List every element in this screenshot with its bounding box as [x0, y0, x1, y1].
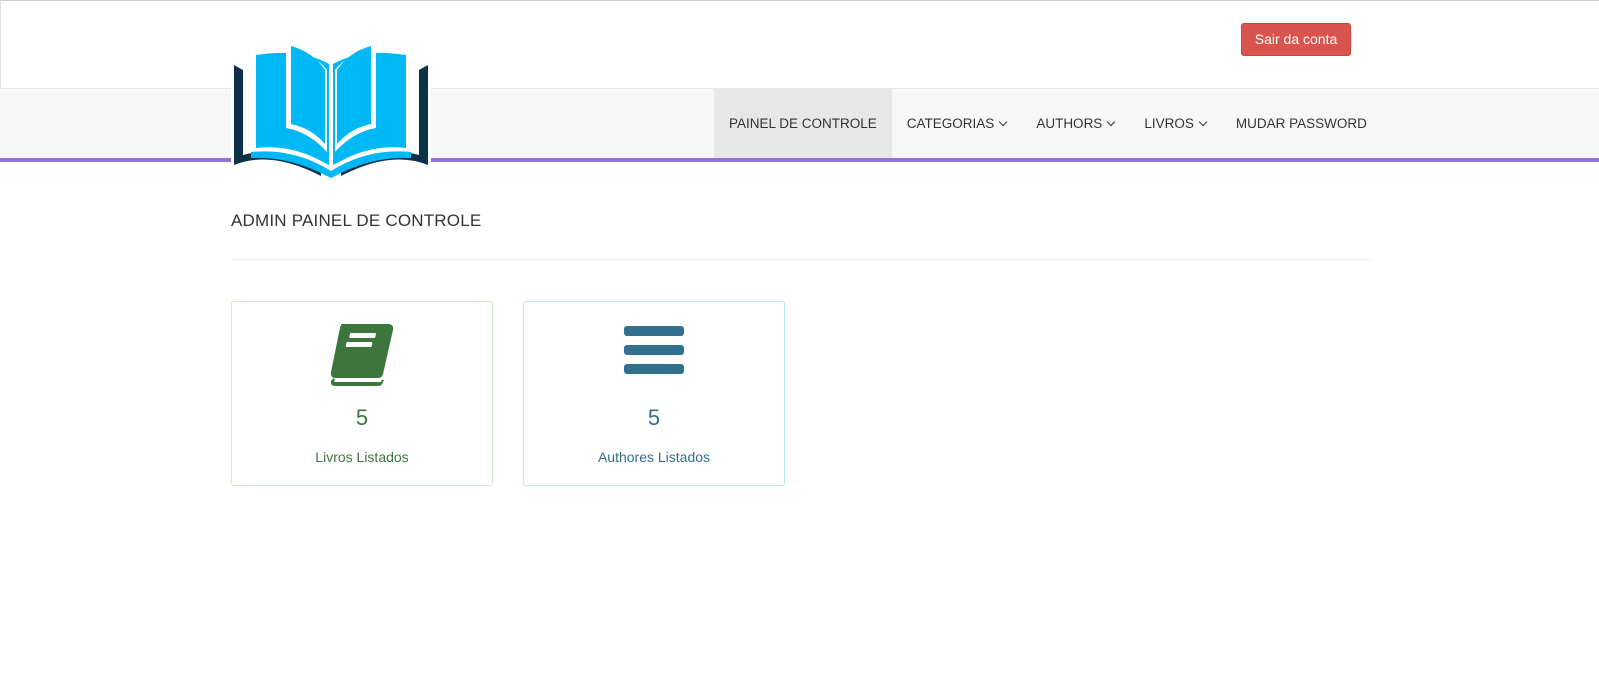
nav-item-label: PAINEL DE CONTROLE [729, 116, 877, 131]
chevron-down-icon [1107, 117, 1116, 126]
authors-count: 5 [647, 405, 661, 430]
chevron-down-icon [1198, 117, 1208, 126]
logout-button[interactable]: Sair da conta [1241, 23, 1351, 56]
nav-item-label: CATEGORIAS [906, 116, 995, 131]
books-label: Livros Listados [315, 449, 409, 465]
nav-item-authors[interactable]: AUTHORS [1021, 89, 1129, 158]
book-icon [232, 322, 492, 386]
open-book-logo-icon [234, 46, 428, 178]
chevron-down-icon [999, 117, 1008, 126]
nav-item-label: LIVROS [1144, 116, 1194, 131]
authors-listed-card[interactable]: 5 Authores Listados [523, 301, 785, 486]
page-title: ADMIN PAINEL DE CONTROLE [231, 211, 482, 230]
title-divider [231, 259, 1371, 260]
authors-label: Authores Listados [597, 449, 711, 465]
nav-item-books[interactable]: LIVROS [1129, 89, 1221, 158]
nav-item-label: MUDAR PASSWORD [1235, 116, 1367, 131]
books-listed-card[interactable]: 5 Livros Listados [231, 301, 493, 486]
nav-item-dashboard[interactable]: PAINEL DE CONTROLE [714, 89, 892, 158]
nav-item-change-password[interactable]: MUDAR PASSWORD [1221, 89, 1382, 158]
books-count: 5 [355, 405, 369, 430]
nav-item-categories[interactable]: CATEGORIAS [892, 89, 1022, 158]
bars-icon [524, 322, 784, 378]
nav-menu: PAINEL DE CONTROLE CATEGORIAS AUTHORS LI… [714, 89, 1382, 158]
nav-item-label: AUTHORS [1036, 116, 1103, 131]
library-logo[interactable] [231, 40, 431, 185]
